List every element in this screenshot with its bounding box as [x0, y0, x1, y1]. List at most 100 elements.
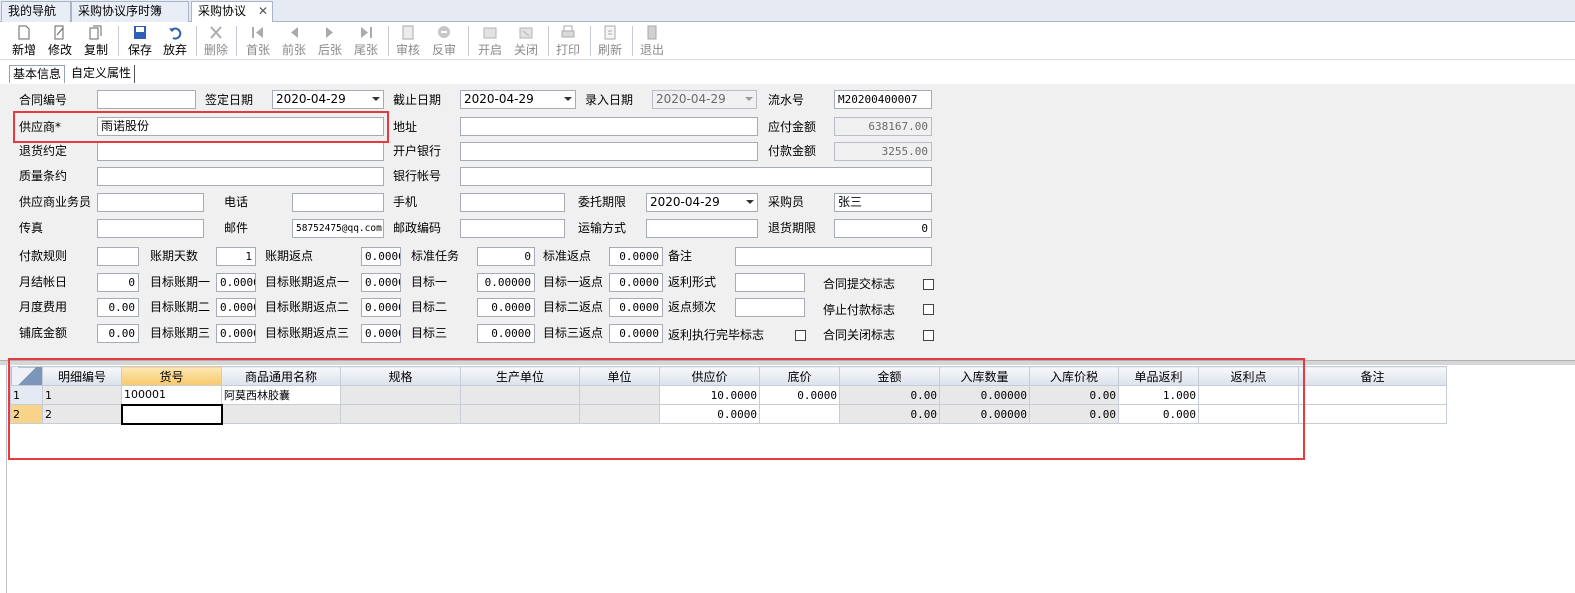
sign-date-picker[interactable]: 2020-04-29 [272, 90, 384, 109]
grid-cell[interactable] [1298, 404, 1447, 424]
close-icon[interactable]: ✕ [258, 2, 268, 21]
contract-no-field[interactable] [97, 90, 196, 109]
chevron-down-icon[interactable] [746, 200, 754, 204]
first-record-button[interactable]: 首张 [240, 24, 276, 58]
rebate-freq-label: 返点频次 [668, 300, 717, 314]
target-term-rebate3-field[interactable]: 0.0000 [361, 324, 401, 343]
edit-button[interactable]: 修改 [42, 24, 78, 58]
target-term-rebate2-field[interactable]: 0.0000 [361, 298, 401, 317]
tab-purchase-agreement-list[interactable]: 采购协议序时簿 [71, 1, 189, 22]
sales-rep-field[interactable] [97, 193, 204, 212]
target-term2-field[interactable]: 0.0000 [216, 298, 256, 317]
contract-close-checkbox[interactable] [923, 330, 934, 341]
bank-account-field[interactable] [460, 167, 932, 186]
address-field[interactable] [460, 117, 758, 136]
target-term1-field[interactable]: 0.0000 [216, 273, 256, 292]
save-button[interactable]: 保存 [122, 24, 158, 58]
chevron-down-icon[interactable] [564, 97, 572, 101]
new-icon [17, 25, 31, 40]
target-rebate1-label: 目标一返点 [543, 275, 604, 289]
grid-cell[interactable] [1298, 385, 1447, 405]
monthly-fee-field[interactable]: 0.00 [97, 298, 139, 317]
transport-label: 运输方式 [578, 221, 627, 235]
unaudit-button[interactable]: 反审 [426, 24, 462, 58]
tab-label: 采购协议 [198, 4, 247, 18]
target3-field[interactable]: 0.0000 [477, 324, 535, 343]
phone-field[interactable] [292, 193, 384, 212]
entry-date-label: 录入日期 [585, 93, 634, 107]
new-button[interactable]: 新增 [6, 24, 42, 58]
document-tab-bar: 我的导航 采购协议序时簿 采购协议 ✕ [0, 0, 1575, 23]
email-field[interactable]: 58752475@qq.com [292, 219, 384, 238]
base-amount-field[interactable]: 0.00 [97, 324, 139, 343]
pay-rule-field[interactable] [97, 247, 139, 266]
target-term3-label: 目标账期三 [150, 326, 211, 340]
term-rebate-label: 账期返点 [265, 249, 314, 263]
close-doc-button[interactable]: 关闭 [508, 24, 544, 58]
std-task-field[interactable]: 0 [477, 247, 535, 266]
tab-custom-attributes[interactable]: 自定义属性 [68, 65, 136, 83]
chevron-down-icon[interactable] [372, 97, 380, 101]
mobile-label: 手机 [393, 195, 418, 209]
rebate-freq-field[interactable] [735, 298, 805, 317]
copy-button[interactable]: 复制 [78, 24, 114, 58]
print-button[interactable]: 打印 [550, 24, 586, 58]
stop-pay-checkbox[interactable] [923, 304, 934, 315]
open-button[interactable]: 开启 [472, 24, 508, 58]
transport-field[interactable] [646, 219, 758, 238]
contract-submit-checkbox[interactable] [923, 279, 934, 290]
quality-field[interactable] [97, 167, 384, 186]
bank-field[interactable] [460, 142, 758, 161]
remark-label: 备注 [668, 249, 693, 263]
return-period-field[interactable]: 0 [834, 219, 932, 238]
target1-field[interactable]: 0.00000 [477, 273, 535, 292]
audit-button[interactable]: 审核 [390, 24, 426, 58]
close-doc-icon [519, 25, 533, 40]
tab-my-navigation[interactable]: 我的导航 [1, 1, 71, 22]
refresh-button[interactable]: 刷新 [592, 24, 628, 58]
edit-icon [53, 25, 67, 40]
last-record-button[interactable]: 尾张 [348, 24, 384, 58]
exit-button[interactable]: 退出 [634, 24, 670, 58]
target-rebate2-field[interactable]: 0.0000 [609, 298, 663, 317]
serial-no-field[interactable]: M20200400007 [834, 90, 932, 109]
fax-field[interactable] [97, 219, 204, 238]
button-label: 开启 [477, 43, 502, 57]
next-record-button[interactable]: 后张 [312, 24, 348, 58]
toolbar: 新增 修改 复制 保存 放弃 删除 首张 前张 后张 尾张 审核 反审 开启 关… [0, 22, 1575, 60]
std-task-label: 标准任务 [411, 249, 460, 263]
entrust-period-picker[interactable]: 2020-04-29 [646, 193, 758, 212]
remark-field[interactable] [735, 247, 932, 266]
payable-label: 应付金额 [768, 120, 817, 134]
return-terms-field[interactable] [97, 142, 384, 161]
buyer-field[interactable]: 张三 [834, 193, 932, 212]
tab-label: 我的导航 [8, 4, 57, 18]
term-days-label: 账期天数 [150, 249, 199, 263]
prev-icon [287, 25, 301, 40]
rebate-done-label: 返利执行完毕标志 [668, 328, 765, 342]
prev-record-button[interactable]: 前张 [276, 24, 312, 58]
column-header[interactable]: 备注 [1298, 366, 1447, 386]
target-rebate3-field[interactable]: 0.0000 [609, 324, 663, 343]
end-date-label: 截止日期 [393, 93, 442, 107]
target-rebate1-field[interactable]: 0.0000 [609, 273, 663, 292]
target2-field[interactable]: 0.0000 [477, 298, 535, 317]
target-term1-label: 目标账期一 [150, 275, 211, 289]
target1-label: 目标一 [411, 275, 448, 289]
rebate-done-checkbox[interactable] [795, 330, 806, 341]
term-days-field[interactable]: 1 [216, 247, 256, 266]
mobile-field[interactable] [460, 193, 565, 212]
delete-button[interactable]: 删除 [198, 24, 234, 58]
tab-basic-info[interactable]: 基本信息 [9, 65, 66, 83]
rebate-form-field[interactable] [735, 273, 805, 292]
tab-purchase-agreement[interactable]: 采购协议 ✕ [191, 1, 273, 23]
end-date-picker[interactable]: 2020-04-29 [460, 90, 576, 109]
std-rebate-field[interactable]: 0.0000 [609, 247, 663, 266]
target-term3-field[interactable]: 0.0000 [216, 324, 256, 343]
postcode-field[interactable] [460, 219, 565, 238]
term-rebate-field[interactable]: 0.0000 [361, 247, 401, 266]
discard-button[interactable]: 放弃 [157, 24, 193, 58]
target-term-rebate1-field[interactable]: 0.0000 [361, 273, 401, 292]
month-day-field[interactable]: 0 [97, 273, 139, 292]
bank-account-label: 银行帐号 [393, 169, 442, 183]
